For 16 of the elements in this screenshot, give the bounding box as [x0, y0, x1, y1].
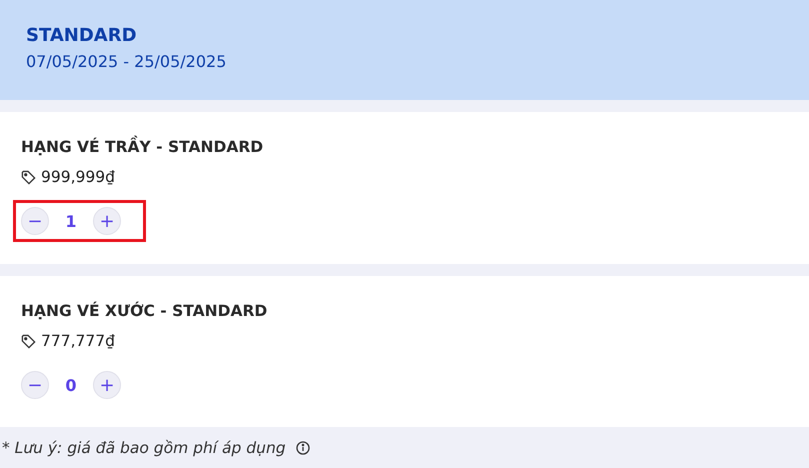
increment-button[interactable]: + — [93, 371, 121, 399]
tag-icon — [21, 334, 36, 348]
info-icon[interactable] — [296, 441, 310, 455]
decrement-button[interactable]: − — [21, 371, 49, 399]
quantity-value: 1 — [65, 212, 77, 230]
plan-title: STANDARD — [26, 25, 138, 46]
price-note: * Lưu ý: giá đã bao gồm phí áp dụng — [2, 439, 286, 457]
decrement-button[interactable]: − — [21, 207, 49, 235]
increment-button[interactable]: + — [93, 207, 121, 235]
quantity-value: 0 — [65, 376, 77, 394]
tag-icon — [21, 170, 36, 184]
ticket-name: HẠNG VÉ TRẦY - STANDARD — [21, 138, 788, 156]
ticket-price: 999,999₫ — [41, 168, 115, 186]
ticket-name: HẠNG VÉ XƯỚC - STANDARD — [21, 302, 268, 320]
ticket-price: 777,777₫ — [41, 332, 115, 350]
date-range: 07/05/2025 - 25/05/2025 — [26, 52, 228, 71]
